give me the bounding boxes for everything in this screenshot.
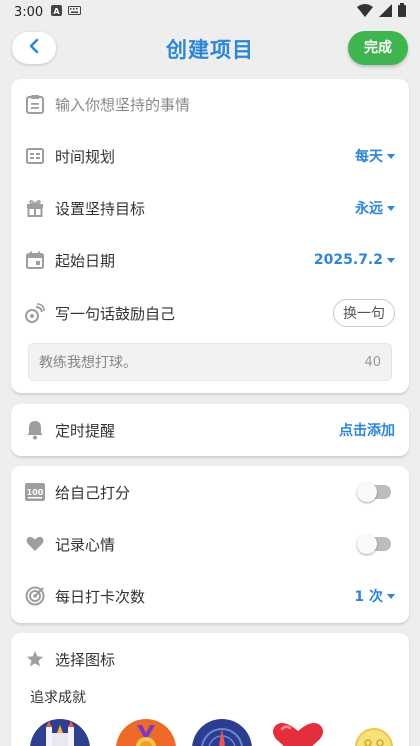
goal-input-row[interactable]: 输入你想坚持的事情: [11, 84, 409, 124]
motto-input[interactable]: 教练我想打球。 40: [28, 343, 392, 381]
project-form-card: 输入你想坚持的事情 时间规划 每天 设置坚持目标 永远 起始日期 2025.7.…: [11, 79, 409, 393]
add-reminder-link[interactable]: 点击添加: [339, 420, 395, 440]
daily-checkins-dropdown[interactable]: 1 次: [354, 586, 395, 606]
reminder-label: 定时提醒: [55, 421, 116, 440]
schedule-value: 每天: [355, 149, 383, 165]
done-button[interactable]: 完成: [348, 31, 408, 65]
caret-down-icon: [387, 153, 395, 159]
schedule-dropdown[interactable]: 每天: [355, 146, 395, 166]
schedule-label: 时间规划: [55, 147, 116, 166]
svg-text:100: 100: [27, 488, 44, 497]
heart-icon: [25, 534, 45, 554]
app-header: 创建项目 完成: [0, 26, 420, 72]
castle-icon[interactable]: [30, 719, 90, 746]
reminder-row[interactable]: 定时提醒 点击添加: [11, 410, 409, 450]
battery-icon: [398, 3, 406, 21]
wifi-icon: [357, 3, 373, 21]
mood-toggle[interactable]: [357, 534, 391, 554]
mood-label: 记录心情: [55, 535, 116, 554]
icon-picker-label: 选择图标: [55, 650, 116, 669]
schedule-icon: [25, 146, 45, 166]
daily-checkins-label: 每日打卡次数: [55, 587, 146, 606]
score-100-icon: 100: [25, 482, 45, 502]
toggle-knob: [357, 482, 377, 502]
caret-down-icon: [387, 593, 395, 599]
notification-a-icon: A: [51, 5, 63, 19]
status-bar: 3:00 A: [0, 0, 420, 24]
start-date-dropdown[interactable]: 2025.7.2: [314, 252, 395, 268]
swap-motto-button[interactable]: 换一句: [333, 299, 395, 327]
motto-char-count: 40: [364, 354, 381, 370]
score-row: 100 给自己打分: [11, 472, 409, 512]
status-time: 3:00: [14, 4, 44, 20]
icon-options: [30, 719, 400, 746]
icon-picker-card: 选择图标 追求成就: [11, 633, 409, 746]
heart-icon[interactable]: [268, 719, 328, 746]
score-label: 给自己打分: [55, 483, 131, 502]
gift-icon: [25, 198, 45, 218]
encourage-icon: [25, 303, 45, 323]
icon-category-label: 追求成就: [30, 690, 86, 706]
calendar-icon: [25, 250, 45, 270]
start-date-row[interactable]: 起始日期 2025.7.2: [11, 240, 409, 280]
target-label: 设置坚持目标: [55, 199, 146, 218]
start-date-value: 2025.7.2: [313, 252, 383, 268]
signal-icon: [379, 3, 392, 21]
score-toggle[interactable]: [357, 482, 391, 502]
icon-picker-header: 选择图标: [11, 639, 409, 679]
compass-icon[interactable]: [192, 719, 252, 746]
smiley-icon[interactable]: [344, 719, 404, 746]
motto-label: 写一句话鼓励自己: [55, 304, 176, 323]
keyboard-icon: [68, 6, 82, 18]
motto-text: 教练我想打球。: [39, 355, 137, 371]
schedule-row[interactable]: 时间规划 每天: [11, 136, 409, 176]
caret-down-icon: [387, 205, 395, 211]
daily-checkins-row[interactable]: 每日打卡次数 1 次: [11, 576, 409, 616]
mood-row: 记录心情: [11, 524, 409, 564]
reminder-card: 定时提醒 点击添加: [11, 404, 409, 456]
star-icon: [25, 649, 45, 669]
caret-down-icon: [387, 257, 395, 263]
svg-text:A: A: [54, 7, 61, 16]
options-card: 100 给自己打分 记录心情 每日打卡次数 1 次: [11, 466, 409, 623]
target-row[interactable]: 设置坚持目标 永远: [11, 188, 409, 228]
daily-checkins-value: 1 次: [354, 589, 383, 605]
goal-input[interactable]: 输入你想坚持的事情: [55, 94, 190, 115]
clipboard-icon: [25, 94, 45, 114]
target-value: 永远: [355, 201, 383, 217]
start-date-label: 起始日期: [55, 251, 116, 270]
bell-icon: [25, 420, 45, 440]
medal-icon[interactable]: [116, 719, 176, 746]
target-dropdown[interactable]: 永远: [355, 198, 395, 218]
toggle-knob: [357, 534, 377, 554]
motto-row: 写一句话鼓励自己 换一句: [11, 293, 409, 333]
target-icon: [25, 586, 45, 606]
